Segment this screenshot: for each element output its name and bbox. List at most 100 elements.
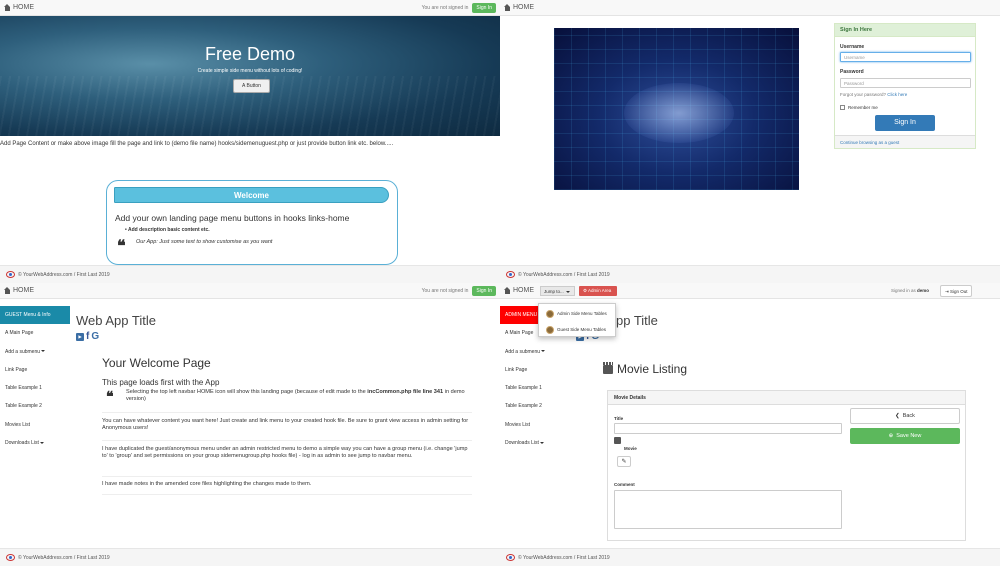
sidebar-item-link-page[interactable]: Link Page [0, 361, 70, 379]
password-input[interactable]: Password [840, 78, 971, 88]
social-links: ▶ f G [76, 331, 99, 342]
sidebar-item-downloads[interactable]: Downloads List [500, 434, 570, 452]
username-label: Username [840, 44, 865, 50]
camera-icon [614, 437, 621, 444]
signed-in-status: Signed in as demo [891, 288, 930, 293]
footer-logo-icon [6, 271, 15, 278]
home-link[interactable]: HOME [4, 4, 34, 11]
home-icon [504, 4, 511, 11]
youtube-icon[interactable]: ▶ [76, 332, 84, 341]
login-panel: Sign In Here Username Username Password … [834, 23, 976, 149]
google-icon[interactable]: G [91, 331, 99, 342]
sidebar-item-table-1[interactable]: Table Example 1 [0, 379, 70, 397]
jump-to-dropdown[interactable]: Jump to... [540, 286, 575, 296]
login-header: Sign In Here [835, 24, 975, 37]
jump-to-menu: Admin Side Menu Tables Guest Side Menu T… [538, 303, 616, 337]
home-icon [504, 287, 511, 294]
content-paragraph-1: You can have whatever content you want h… [102, 418, 469, 431]
back-button[interactable]: ❮ Back [850, 408, 960, 424]
sidebar-item-table-2[interactable]: Table Example 2 [500, 397, 570, 415]
sidebar-item-guest-menu[interactable]: GUEST Menu & Info [0, 306, 70, 325]
sidebar-item-submenu[interactable]: Add a submenu [0, 343, 70, 361]
footer-logo-icon [6, 554, 15, 561]
content-paragraph-3: I have made notes in the amended core fi… [102, 481, 312, 487]
top-navbar: HOME You are not signed in Sign In [0, 0, 500, 16]
welcome-card: Welcome Add your own landing page menu b… [106, 180, 398, 265]
sidebar-item-table-1[interactable]: Table Example 1 [500, 379, 570, 397]
divider [102, 440, 472, 441]
page-title: Your Welcome Page [102, 356, 211, 370]
home-icon [4, 4, 11, 11]
title-input[interactable] [614, 423, 842, 434]
footer-logo-icon [506, 271, 515, 278]
remember-me[interactable]: Remember me [840, 105, 878, 110]
home-icon [4, 287, 11, 294]
footer-logo-icon [506, 554, 515, 561]
login-signin-button[interactable]: Sign In [875, 115, 935, 131]
app-title: pp Title [616, 313, 658, 328]
quote-icon: ❝ [106, 389, 114, 405]
plus-circle-icon: ⊕ [888, 433, 894, 439]
home-link[interactable]: HOME [504, 287, 534, 294]
password-label: Password [840, 69, 864, 75]
chevron-left-icon: ❮ [895, 413, 900, 419]
edit-movie-button[interactable]: ✎ [617, 456, 631, 467]
landing-quote: Selecting the top left navbar HOME icon … [126, 389, 465, 402]
caret-down-icon [566, 290, 571, 293]
user-avatar-icon [546, 309, 554, 318]
footer: © YourWebAddress.com / First Last 2019 [0, 548, 500, 566]
sidebar-item-main-page[interactable]: A Main Page [0, 324, 70, 342]
caret-down-icon [541, 350, 546, 353]
top-navbar: HOME You are not signed in Sign In [0, 283, 500, 299]
footer: © YourWebAddress.com / First Last 2019 [500, 265, 1000, 283]
welcome-bullet: • Add description basic content etc. [125, 227, 210, 233]
sidebar-item-submenu[interactable]: Add a submenu [500, 343, 570, 361]
panel-header: Movie Details [608, 391, 965, 405]
signin-button[interactable]: Sign In [472, 285, 496, 296]
hero-subtitle: Create simple side menu without lots of … [197, 68, 303, 74]
divider [102, 476, 472, 477]
caret-down-icon [39, 441, 44, 444]
guest-link[interactable]: Continue browsing as a guest [835, 135, 975, 148]
loads-first-text: This page loads first with the App [102, 378, 220, 387]
hero-button[interactable]: A Button [233, 79, 270, 93]
divider [102, 494, 472, 495]
dropdown-item-guest-tables[interactable]: Guest Side Menu Tables [539, 323, 615, 336]
home-link[interactable]: HOME [504, 4, 534, 11]
movie-label: Movie [624, 446, 637, 451]
signin-button[interactable]: Sign In [472, 2, 496, 13]
user-avatar-icon [546, 325, 554, 334]
admin-area-button[interactable]: ⚙ Admin Area [579, 286, 617, 296]
facebook-icon[interactable]: f [86, 331, 89, 342]
handshake-image [554, 28, 799, 190]
sidebar-item-table-2[interactable]: Table Example 2 [0, 397, 70, 415]
home-link[interactable]: HOME [4, 287, 34, 294]
top-navbar: HOME Jump to... ⚙ Admin Area Signed in a… [500, 283, 1000, 299]
hero-title: Free Demo [204, 44, 296, 64]
app-title: Web App Title [76, 313, 156, 328]
footer: © YourWebAddress.com / First Last 2019 [500, 548, 1000, 566]
comment-textarea[interactable] [614, 490, 842, 529]
username-input[interactable]: Username [840, 52, 971, 62]
top-navbar: HOME [500, 0, 1000, 16]
caret-down-icon [539, 441, 544, 444]
footer: © YourWebAddress.com / First Last 2019 [0, 265, 500, 283]
page-content-text: Add Page Content or make above image fil… [0, 141, 394, 147]
hero-banner: Free Demo Create simple side menu withou… [0, 16, 500, 136]
dropdown-item-admin-tables[interactable]: Admin Side Menu Tables [539, 307, 615, 320]
remember-checkbox[interactable] [840, 105, 845, 110]
welcome-bar[interactable]: Welcome [114, 187, 389, 203]
sidebar-item-downloads[interactable]: Downloads List [0, 434, 70, 452]
pencil-icon: ✎ [621, 459, 627, 465]
sidebar-item-link-page[interactable]: Link Page [500, 361, 570, 379]
sidebar-item-movies[interactable]: Movies List [500, 416, 570, 434]
forgot-password-link[interactable]: Click here [887, 92, 907, 97]
page-title: Movie Listing [603, 361, 687, 376]
signout-button[interactable]: ⇥ Sign Out [940, 285, 972, 297]
save-new-button[interactable]: ⊕ Save New [850, 428, 960, 444]
signin-screen: HOME Sign In Here Username Username Pass… [500, 0, 1000, 283]
forgot-password: Forgot your password? Click here [840, 92, 908, 97]
comment-label: Comment [614, 482, 635, 487]
sidebar-item-movies[interactable]: Movies List [0, 416, 70, 434]
divider [102, 412, 472, 413]
